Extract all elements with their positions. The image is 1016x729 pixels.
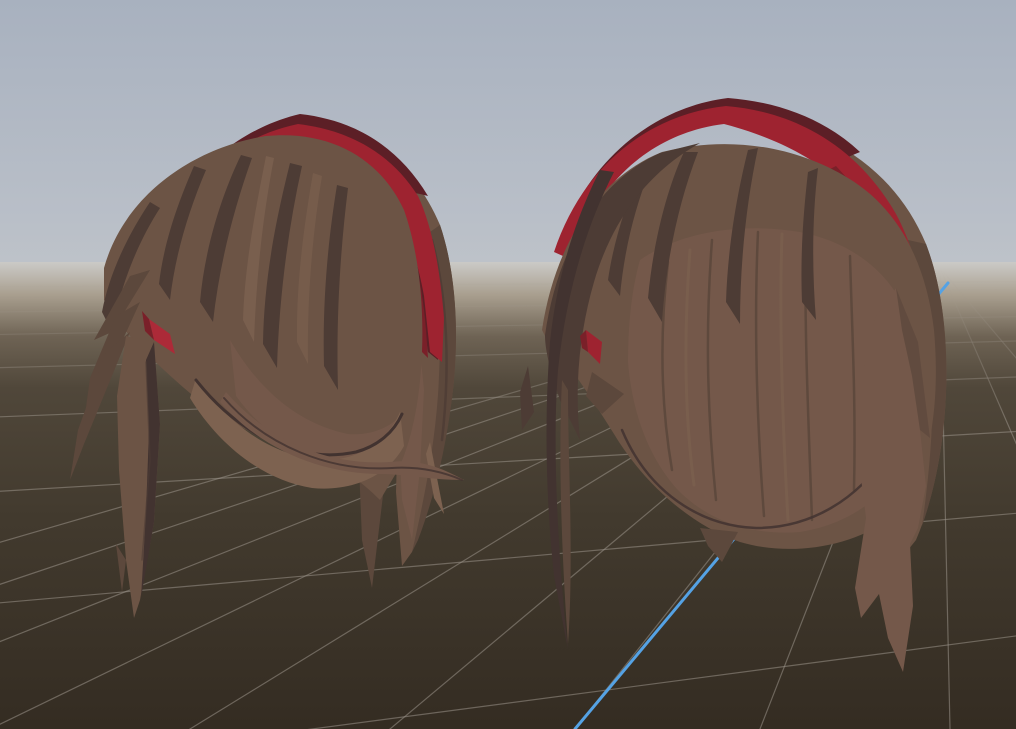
3d-viewport[interactable] [0, 0, 1016, 729]
scene-canvas [0, 0, 1016, 729]
